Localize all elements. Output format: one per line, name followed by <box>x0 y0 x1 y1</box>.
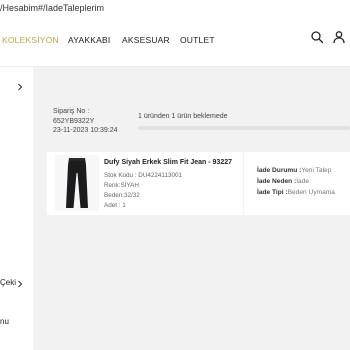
address-bar[interactable]: /Hesabim#/IadeTaleplerim <box>0 0 350 19</box>
top-navigation: KOLEKSİYON AYAKKABI AKSESUAR OUTLET <box>0 18 350 66</box>
chevron-right-icon[interactable] <box>16 83 24 91</box>
sidebar-item-label[interactable]: nu <box>0 317 9 326</box>
return-type-value: Beden Uymama <box>287 189 335 196</box>
return-status-row: İade Durumu :Yeni Talep <box>257 167 331 174</box>
order-number-label: Sipariş No : <box>53 108 90 115</box>
url-text: /Hesabim#/IadeTaleplerim <box>0 3 105 13</box>
return-reason-value: İade <box>296 178 310 185</box>
nav-item-aksesuar[interactable]: AKSESUAR <box>122 35 170 45</box>
jeans-image <box>66 158 88 208</box>
nav-item-koleksiyon[interactable]: KOLEKSİYON <box>2 35 59 45</box>
return-requests-panel: Sipariş No : 652YB9322Y 23-11-2023 10:39… <box>33 67 350 350</box>
product-stock-code: Stok Kodu : DU4224113001 <box>104 172 182 179</box>
return-reason-row: İade Neden :İade <box>257 178 309 185</box>
search-icon[interactable] <box>310 30 324 44</box>
product-quantity: Adet : 1 <box>104 202 126 209</box>
order-date: 23-11-2023 10:39:24 <box>53 127 118 134</box>
return-type-label: İade Tipi : <box>257 189 288 196</box>
nav-item-ayakkabi[interactable]: AYAKKABI <box>68 35 110 45</box>
product-size: Beden:32/32 <box>104 192 140 199</box>
order-info: Sipariş No : 652YB9322Y 23-11-2023 10:39… <box>53 107 117 136</box>
return-reason-label: İade Neden : <box>257 178 297 185</box>
order-number: 652YB9322Y <box>53 117 95 125</box>
product-name[interactable]: Dufy Siyah Erkek Slim Fit Jean - 93227 <box>104 159 232 166</box>
return-status-label: İade Durumu : <box>257 167 302 174</box>
return-status-value: Yeni Talep <box>301 167 332 174</box>
user-icon[interactable] <box>332 30 346 44</box>
chevron-right-icon[interactable] <box>16 280 24 288</box>
sidebar-item-label[interactable]: Çeki <box>0 278 16 287</box>
order-status-text: 1 üründen 1 ürün beklemede <box>138 113 228 120</box>
product-card[interactable]: Dufy Siyah Erkek Slim Fit Jean - 93227 S… <box>47 152 243 215</box>
nav-item-outlet[interactable]: OUTLET <box>180 35 215 45</box>
account-sidebar: Çeki nu <box>0 67 32 350</box>
product-color: Renk:SİYAH <box>104 182 139 189</box>
product-image[interactable] <box>55 155 99 211</box>
return-progress-bar <box>138 126 350 130</box>
return-details: İade Durumu :Yeni Talep İade Neden :İade… <box>244 152 350 215</box>
return-type-row: İade Tipi :Beden Uymama <box>257 189 335 196</box>
